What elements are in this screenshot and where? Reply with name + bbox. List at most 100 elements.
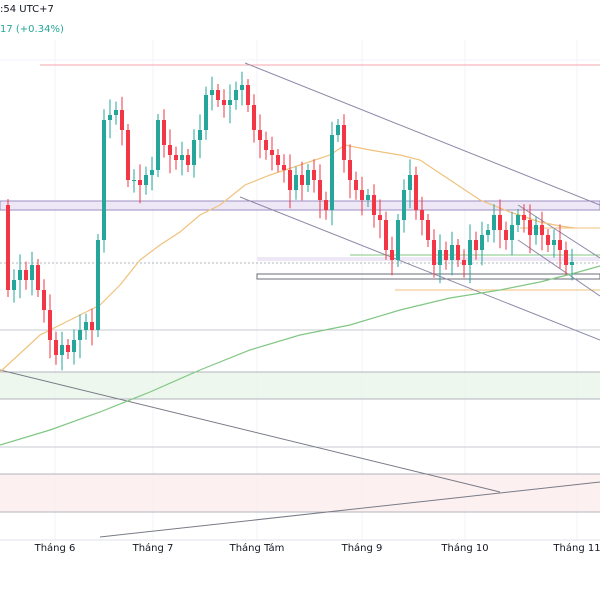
candle-body (336, 125, 340, 135)
candle-down (444, 241, 448, 270)
x-tick-label: Tháng 9 (341, 542, 383, 554)
candle-body (126, 130, 130, 180)
candle-body (186, 155, 190, 165)
candle-up (78, 314, 82, 359)
candle-body (150, 170, 154, 175)
candle-up (294, 166, 298, 200)
price-chart[interactable]: Tháng 6 Tháng 7 Tháng Tám Tháng 9 Tháng … (0, 0, 600, 600)
candle-up (450, 231, 454, 276)
candle-up (72, 329, 76, 365)
x-axis: Tháng 6 Tháng 7 Tháng Tám Tháng 9 Tháng … (34, 542, 600, 554)
candle-down (168, 129, 172, 174)
candle-body (30, 265, 34, 280)
candle-body (258, 130, 262, 140)
candle-body (192, 140, 196, 165)
candle-body (474, 240, 478, 250)
candle-body (408, 175, 412, 190)
candle-down (270, 136, 274, 171)
candle-body (318, 180, 322, 200)
candle-up (330, 121, 334, 226)
candle-body (462, 260, 466, 265)
candle-down (252, 94, 256, 143)
candle-down (42, 279, 46, 323)
purple-band (0, 200, 600, 211)
candle-body (498, 215, 502, 230)
candle-body (486, 230, 490, 235)
candle-up (144, 166, 148, 195)
candle-down (414, 166, 418, 220)
candle-body (204, 95, 208, 130)
candle-up (204, 86, 208, 140)
candle-down (276, 149, 280, 172)
candle-up (552, 229, 556, 258)
candle-body (54, 340, 58, 355)
candle-body (294, 175, 298, 190)
candle-up (228, 84, 232, 124)
candle-down (342, 114, 346, 173)
candle-body (468, 240, 472, 265)
candle-up (402, 179, 406, 233)
candle-body (90, 322, 94, 330)
candle-body (378, 215, 382, 220)
candle-up (132, 169, 136, 193)
candle-body (348, 160, 352, 180)
candle-body (342, 125, 346, 160)
candle-down (384, 211, 388, 260)
candle-down (426, 214, 430, 247)
candle-body (72, 340, 76, 352)
candle-up (210, 76, 214, 111)
candle-body (366, 195, 370, 200)
candle-body (552, 240, 556, 245)
candle-body (564, 250, 568, 265)
candle-up (486, 224, 490, 242)
candle-body (438, 250, 442, 265)
candle-down (300, 161, 304, 201)
candle-body (138, 180, 142, 185)
candle-body (384, 220, 388, 250)
candle-down (126, 124, 130, 187)
candle-body (228, 100, 232, 105)
candle-body (276, 155, 280, 165)
candle-body (198, 130, 202, 140)
candle-body (60, 345, 64, 355)
candle-body (144, 175, 148, 185)
candle-up (12, 269, 16, 303)
candle-down (474, 231, 478, 260)
candle-down (66, 339, 70, 359)
candle-body (156, 120, 160, 170)
candle-up (156, 114, 160, 177)
candle-body (96, 240, 100, 330)
candle-up (180, 141, 184, 176)
candle-body (48, 310, 52, 340)
candle-body (270, 150, 274, 155)
candle-down (372, 184, 376, 228)
box-level (256, 273, 600, 280)
candle-body (264, 140, 268, 150)
candle-up (108, 99, 112, 139)
candle-body (330, 135, 334, 210)
candle-body (6, 205, 10, 290)
candle-body (414, 175, 418, 210)
candle-body (516, 215, 520, 225)
x-tick-label: Tháng 7 (132, 542, 174, 554)
channel-upper (244, 62, 600, 206)
candle-body (426, 220, 430, 240)
candle-down (264, 131, 268, 160)
ma-slow-line (0, 265, 600, 446)
candle-down (312, 159, 316, 193)
candle-up (198, 114, 202, 159)
candle-body (168, 145, 172, 155)
candle-body (66, 345, 70, 352)
candle-body (444, 250, 448, 260)
candle-down (174, 146, 178, 170)
candle-body (132, 180, 136, 181)
candle-body (360, 190, 364, 200)
candle-body (180, 155, 184, 160)
candle-body (558, 240, 562, 250)
candle-down (48, 294, 52, 359)
candle-down (258, 114, 262, 159)
candle-down (390, 236, 394, 276)
candle-body (78, 330, 82, 340)
candle-body (396, 220, 400, 260)
candle-down (540, 211, 544, 251)
